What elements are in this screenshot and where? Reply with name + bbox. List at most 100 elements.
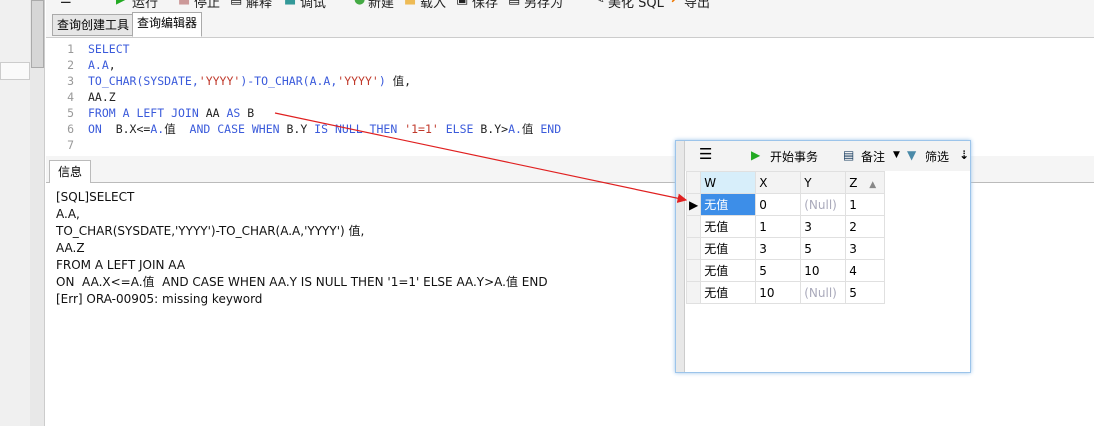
code: TO_CHAR(SYSDATE,'YYYY')-TO_CHAR(A.A,'YYY… [88,74,412,88]
run-icon: ▶ [116,0,126,7]
stop-button[interactable]: 停止 [194,0,220,11]
code: FROM A LEFT JOIN AA AS B [88,106,255,120]
info-line: ON AA.X<=A.值 AND CASE WHEN AA.Y IS NULL … [56,275,548,289]
info-line: FROM A LEFT JOIN AA [56,258,186,272]
cell[interactable]: 0 [755,193,802,216]
stop-icon: ■ [178,0,190,7]
save-button[interactable]: 保存 [472,0,498,11]
filter-button[interactable]: 筛选 [925,148,949,165]
tab-query-editor[interactable]: 查询编辑器 [132,12,203,37]
cell[interactable]: (Null) [800,281,847,304]
column-header-y[interactable]: Y [800,171,847,194]
explain-button[interactable]: 解释 [246,0,272,11]
run-button[interactable]: 运行 [132,0,158,11]
table-row[interactable]: 无值 3 5 3 [685,237,886,260]
cell[interactable]: 无值 [700,193,757,216]
new-icon: ● [354,0,365,7]
beautify-button[interactable]: 美化 SQL [608,0,664,11]
table-row[interactable]: 无值 10 (Null) 5 [685,281,886,304]
tab-info[interactable]: 信息 [49,160,92,183]
result-grid: WXYZ ▲ ▶ 无值 0 (Null) 1 无值 1 3 2 无值 3 5 3 无值 5 10 4 无值… [685,171,886,304]
left-panel [0,0,30,426]
result-toolbar: ☰ ▶ 开始事务 ▤ 备注 ▼ ▼ 筛选 ⇣ [685,141,970,171]
table-row[interactable]: 无值 5 10 4 [685,259,886,282]
cell[interactable]: (Null) [800,193,847,216]
debug-icon: ■ [284,0,296,7]
line-number: 3 [67,74,74,88]
code: A.A, [88,58,116,72]
cell[interactable]: 1 [755,215,802,238]
column-header-x[interactable]: X [755,171,802,194]
note-icon: ▤ [843,148,855,162]
begin-transaction-icon: ▶ [751,148,761,162]
cell[interactable]: 5 [800,237,847,260]
info-line: TO_CHAR(SYSDATE,'YYYY')-TO_CHAR(A.A,'YYY… [56,224,365,238]
scrollbar-thumb[interactable] [31,0,44,68]
column-label: Z [849,175,858,190]
begin-transaction-button[interactable]: 开始事务 [770,148,818,165]
row-header [685,259,702,282]
cell[interactable]: 10 [800,259,847,282]
current-row-icon: ▶ [685,193,702,216]
cell[interactable]: 2 [845,215,886,238]
chevron-down-icon[interactable]: ▼ [893,150,900,160]
row-header [685,281,702,304]
info-line: A.A, [56,207,80,221]
save-as-icon: ▤ [508,0,520,7]
line-number: 7 [67,138,74,152]
cell[interactable]: 无值 [700,281,757,304]
save-as-button[interactable]: 另存为 [524,0,563,11]
filter-icon: ▼ [907,148,917,162]
line-number: 5 [67,106,74,120]
code: AA.Z [88,90,116,104]
error-line: [Err] ORA-00905: missing keyword [56,292,263,306]
line-number: 2 [67,58,74,72]
menu-icon[interactable]: ☰ [699,145,712,163]
code: SELECT [88,42,130,56]
line-number: 6 [67,122,74,136]
info-line: [SQL]SELECT [56,190,135,204]
export-icon: ➜ [666,0,677,7]
result-popup: ☰ ▶ 开始事务 ▤ 备注 ▼ ▼ 筛选 ⇣ WXYZ ▲ ▶ 无值 0 (Null)… [675,140,971,373]
cell[interactable]: 3 [800,215,847,238]
line-number: 4 [67,90,74,104]
tab-query-builder[interactable]: 查询创建工具 [52,14,135,36]
sort-icon[interactable]: ⇣ [959,148,969,162]
cell[interactable]: 无值 [700,215,757,238]
code: ON B.X<=A.值 AND CASE WHEN B.Y IS NULL TH… [88,122,562,136]
sql-editor[interactable]: 1 SELECT 2 A.A, 3 TO_CHAR(SYSDATE,'YYYY')-T… [46,38,1094,156]
cell[interactable]: 5 [845,281,886,304]
note-button[interactable]: 备注 [861,148,885,165]
menu-icon[interactable]: ☰ [60,0,72,7]
line-number: 1 [67,42,74,56]
cell[interactable]: 3 [845,237,886,260]
sort-asc-icon: ▲ [869,179,877,190]
export-button[interactable]: 导出 [684,0,710,11]
cell[interactable]: 无值 [700,237,757,260]
cell[interactable]: 3 [755,237,802,260]
load-icon: ■ [404,0,416,7]
debug-button[interactable]: 调试 [300,0,326,11]
tab-bar: 查询创建工具 查询编辑器 [46,12,1094,38]
beautify-icon: ✎ [594,0,605,7]
left-panel-item[interactable] [0,62,30,80]
table-row[interactable]: ▶ 无值 0 (Null) 1 [685,193,886,216]
cell[interactable]: 10 [755,281,802,304]
row-header [685,215,702,238]
table-row[interactable]: 无值 1 3 2 [685,215,886,238]
new-button[interactable]: 新建 [368,0,394,11]
cell[interactable]: 1 [845,193,886,216]
cell[interactable]: 5 [755,259,802,282]
save-icon: ▣ [456,0,468,7]
load-button[interactable]: 载入 [420,0,446,11]
column-header-w[interactable]: W [700,171,757,194]
column-header-z[interactable]: Z ▲ [845,171,886,194]
cell[interactable]: 4 [845,259,886,282]
explain-icon: ▤ [230,0,242,7]
row-header [685,171,702,194]
scrollbar[interactable] [676,141,685,372]
cell[interactable]: 无值 [700,259,757,282]
info-line: AA.Z [56,241,85,255]
toolbar: ☰ ▶ 运行 ■ 停止 ▤ 解释 ■ 调试 ●新建 ■ 载入 ▣ 保存 ▤ 另存为 ✎美化 S… [46,0,1094,11]
row-header [685,237,702,260]
